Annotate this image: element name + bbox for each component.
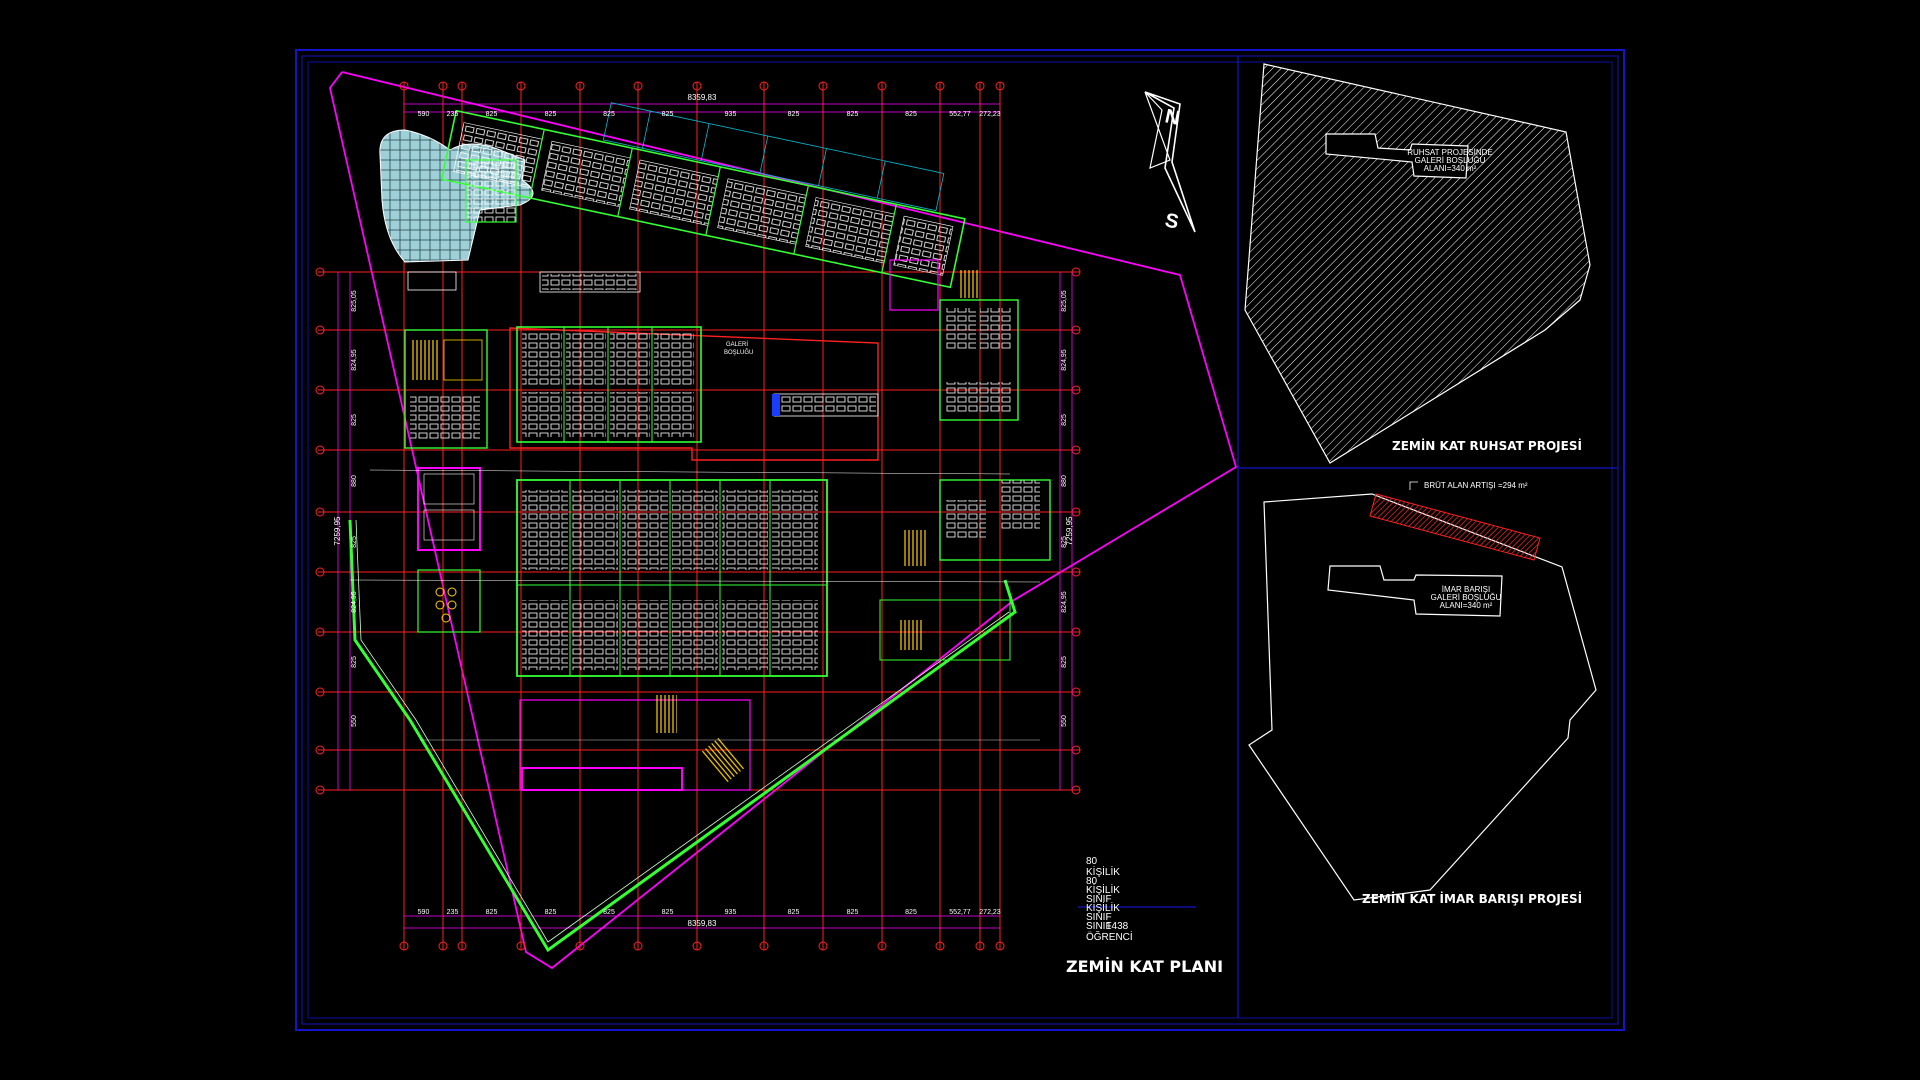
dim-top-segment-12: 272,23 (979, 111, 1001, 118)
capacity-note: 80 KİŞİLİK 80 KİŞİLİK SINIF KİŞİLİK SINI… (1078, 856, 1196, 943)
right-service-block (889, 259, 1051, 566)
dim-bottom-segment-1: 590 (418, 909, 430, 916)
dim-bottom-segment-7: 935 (725, 909, 737, 916)
floor-plan: GALERİ BOŞLUĞU (315, 71, 1238, 970)
dim-right-segment-1: 825,05 (1061, 290, 1068, 312)
classroom-block-lower (516, 479, 828, 677)
gallery-label-2: BOŞLUĞU (724, 349, 753, 356)
dim-bottom-segment-5: 825 (603, 909, 615, 916)
classroom-block-upper (516, 326, 702, 443)
dim-left-segment-4: 880 (351, 475, 358, 487)
dim-bottom-segment-11: 552,77 (949, 909, 971, 916)
dim-left-segment-1: 825,05 (351, 290, 358, 312)
dim-left-segment-8: 550 (351, 715, 358, 727)
capacity-line-9: 1438 (1106, 921, 1129, 932)
south-label: S (1163, 209, 1181, 233)
dim-left-segment-5: 825 (351, 536, 358, 548)
dim-right-segment-4: 880 (1061, 475, 1068, 487)
dim-bottom-segment-8: 825 (788, 909, 800, 916)
dim-top-segment-2: 235 (447, 111, 459, 118)
dim-bottom-segment-12: 272,23 (979, 909, 1001, 916)
dim-bottom-segment-9: 825 (847, 909, 859, 916)
dim-left-segment-6: 824,95 (351, 591, 358, 613)
main-title: ZEMİN KAT PLANI (1066, 957, 1223, 976)
dim-right-total: 7259,95 (1065, 516, 1074, 545)
dim-left-segment-3: 825 (351, 414, 358, 426)
dim-bottom-segment-10: 825 (905, 909, 917, 916)
panel-ruhsat: RUHSAT PROJESİNDE GALERİ BOŞLUĞU ALANI=3… (1244, 63, 1591, 464)
dim-left-segment-7: 825 (351, 656, 358, 668)
dim-bottom-segment-3: 825 (486, 909, 498, 916)
dim-left-segment-2: 824,95 (351, 349, 358, 371)
dim-bottom-segment-4: 825 (545, 909, 557, 916)
imar-site-outline (1248, 493, 1597, 901)
imar-void-line-3: ALANI=340 m² (1440, 601, 1493, 610)
panel-ruhsat-title: ZEMİN KAT RUHSAT PROJESİ (1392, 438, 1582, 453)
dim-top-segment-7: 935 (725, 111, 737, 118)
ruhsat-void-line-3: ALANI=340 m² (1424, 164, 1477, 173)
dim-right-segment-6: 824,95 (1061, 591, 1068, 613)
dim-top-segment-11: 552,77 (949, 111, 971, 118)
dim-top-segment-9: 825 (847, 111, 859, 118)
dim-top-segment-3: 825 (486, 111, 498, 118)
dim-bottom-segment-2: 235 (447, 909, 459, 916)
dim-top-segment-10: 825 (905, 111, 917, 118)
brut-alan-hatched (1369, 493, 1541, 561)
dim-top-segment-5: 825 (603, 111, 615, 118)
dim-top-segment-6: 825 (662, 111, 674, 118)
dim-left-total: 7259,95 (333, 516, 342, 545)
dim-top-total: 8359,83 (688, 93, 717, 102)
capacity-line-1: 80 (1086, 856, 1098, 867)
dim-top-segment-4: 825 (545, 111, 557, 118)
dim-bottom-total: 8359,83 (688, 919, 717, 928)
dimension-labels-bottom: 590 235 825 825 825 825 935 825 825 825 552,77 272,… (418, 909, 1001, 916)
dim-right-segment-2: 824,95 (1061, 349, 1068, 371)
panel-imar-title: ZEMİN KAT İMAR BARIŞI PROJESİ (1362, 891, 1582, 906)
dim-top-segment-8: 825 (788, 111, 800, 118)
left-service-block (404, 329, 488, 633)
dim-right-segment-3: 825 (1061, 414, 1068, 426)
dim-top-segment-1: 590 (418, 111, 430, 118)
north-arrow: N S (1144, 91, 1196, 234)
dimension-labels-right: 825,05824,95825880825824,95825550 (1061, 290, 1068, 727)
capacity-line-10: ÖĞRENCİ (1086, 930, 1133, 943)
north-label: N (1163, 105, 1182, 130)
panel-imar: BRÜT ALAN ARTIŞI =294 m² İMAR BARIŞI GAL… (1248, 481, 1597, 906)
gallery-label-1: GALERİ (726, 341, 748, 348)
dimension-labels-left: 825,05 824,95 825 880 825 824,95 825 550 (351, 290, 358, 727)
dim-right-segment-7: 825 (1061, 656, 1068, 668)
ruhsat-hatched-site (1244, 63, 1591, 464)
dim-right-segment-8: 550 (1061, 715, 1068, 727)
cad-drawing-canvas: GALERİ BOŞLUĞU 590 235 825 825 825 825 9… (295, 49, 1625, 1031)
dim-bottom-segment-6: 825 (662, 909, 674, 916)
brut-alan-label: BRÜT ALAN ARTIŞI =294 m² (1424, 481, 1528, 490)
